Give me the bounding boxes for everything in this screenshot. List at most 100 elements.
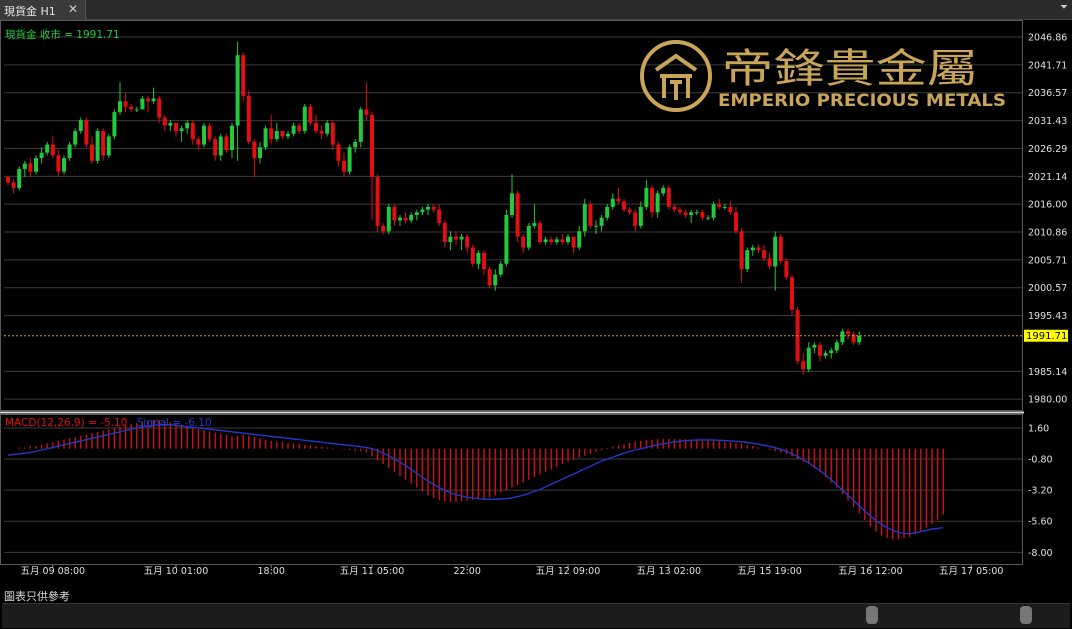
chart-area[interactable]: 帝鋒貴金屬 EMPERIO PRECIOUS METALS 2046.86 204… [0,20,1072,603]
candle-body [258,147,262,159]
candle-body [375,177,380,226]
time-tick-label: 五月 16 12:00 [838,566,903,577]
candle-body [162,117,167,126]
candle-body [672,206,677,210]
candle-body [56,155,61,172]
chart-tab-bar: 現貨金 H1 ✕ ⏷ [0,0,1072,20]
macd-tick-label: -0.80 [1028,455,1053,466]
candle-body [308,106,313,123]
candle-body [314,122,318,132]
chevron-down-icon[interactable]: ⏷ [1060,2,1068,13]
candle-body [151,98,156,102]
candle-body [834,342,839,351]
candle-body [437,209,442,224]
price-tick-label: 2036.57 [1028,88,1067,99]
candle-body [146,98,150,102]
candle-body [129,106,134,110]
candle-body [622,201,626,210]
candle-body [790,277,794,310]
candle-body [280,131,285,137]
candle-body [78,120,83,132]
candle-body [218,136,223,156]
candle-body [381,225,386,232]
macd-tick-label: -8.00 [1028,548,1053,559]
candle-body [750,247,755,251]
candle-body [616,198,621,202]
chart-scrollbar[interactable] [2,603,1070,628]
candle-body [398,217,402,221]
price-tick-label: 2046.86 [1028,33,1067,44]
close-icon[interactable]: ✕ [68,2,78,16]
candle-body [106,136,111,156]
time-tick-label: 五月 17 05:00 [939,566,1004,577]
candle-body [302,106,307,132]
scrollbar-right-handle[interactable] [1020,606,1032,624]
time-tick-label: 22:00 [454,566,481,577]
candle-body [235,55,240,126]
candle-body [784,261,789,278]
candle-body [157,98,162,118]
candle-body [554,239,559,243]
candle-body [487,269,492,286]
candle-body [857,335,862,343]
signal-label: Signal = -6.10 [137,417,212,429]
tab-title: 現貨金 H1 [4,5,56,18]
candle-body [45,144,50,153]
candle-body [134,109,139,111]
candle-body [409,215,414,221]
candle-body [739,231,744,270]
macd-tick-label: -5.60 [1028,517,1053,528]
logo-english-text: EMPERIO PRECIOUS METALS [718,91,1006,111]
candle-body [633,212,638,226]
macd-label: MACD(12,26,9) = -5.10 [5,417,127,429]
candle-body [504,215,509,264]
candle-body [526,225,531,248]
price-tick-label: 1995.43 [1028,311,1067,322]
candle-body [420,209,425,213]
candle-body [274,131,279,140]
candle-body [465,236,470,248]
candle-body [448,236,453,243]
candle-body [246,95,251,142]
candle-body [661,187,666,194]
candle-body [84,120,89,145]
macd-panel-label: MACD(12,26,9) = -5.10 Signal = -6.10 [5,417,212,429]
candle-body [549,239,554,243]
candle-body [297,125,302,132]
candle-body [67,144,72,159]
candle-body [330,122,335,145]
candle-body [358,109,363,142]
candle-body [773,236,778,267]
time-tick-label: 五月 10 01:00 [144,566,209,577]
candle-body [510,193,514,215]
current-price-tag-text: 1991.71 [1026,331,1067,342]
candle-body [319,131,324,134]
candle-body [179,128,184,132]
candle-body [22,163,27,169]
candle-body [95,131,100,161]
time-tick-label: 五月 09 08:00 [21,566,86,577]
candle-body [745,250,750,270]
price-panel-label: 現貨金 收市 = 1991.71 [5,28,120,41]
candle-body [683,212,688,215]
candle-body [459,236,464,240]
candle-body [286,133,290,137]
candle-body [571,236,576,248]
candle-body [627,209,632,213]
chart-disclaimer: 圖表只供參考 [4,590,70,603]
chart-tab[interactable]: 現貨金 H1 ✕ [0,0,86,20]
time-tick-label: 五月 11 05:00 [340,566,405,577]
candle-body [711,204,716,218]
candle-body [493,274,498,286]
candle-body [543,239,548,243]
candle-body [666,187,671,207]
candle-body [689,212,694,215]
current-price-tag: 1991.71 [1024,329,1068,342]
candle-body [101,131,106,156]
candle-body [403,217,408,221]
scrollbar-left-handle[interactable] [866,606,878,624]
price-tick-label: 2021.14 [1028,172,1067,183]
candle-body [370,114,374,178]
candle-body [515,193,520,237]
price-tick-label: 1985.14 [1028,367,1067,378]
